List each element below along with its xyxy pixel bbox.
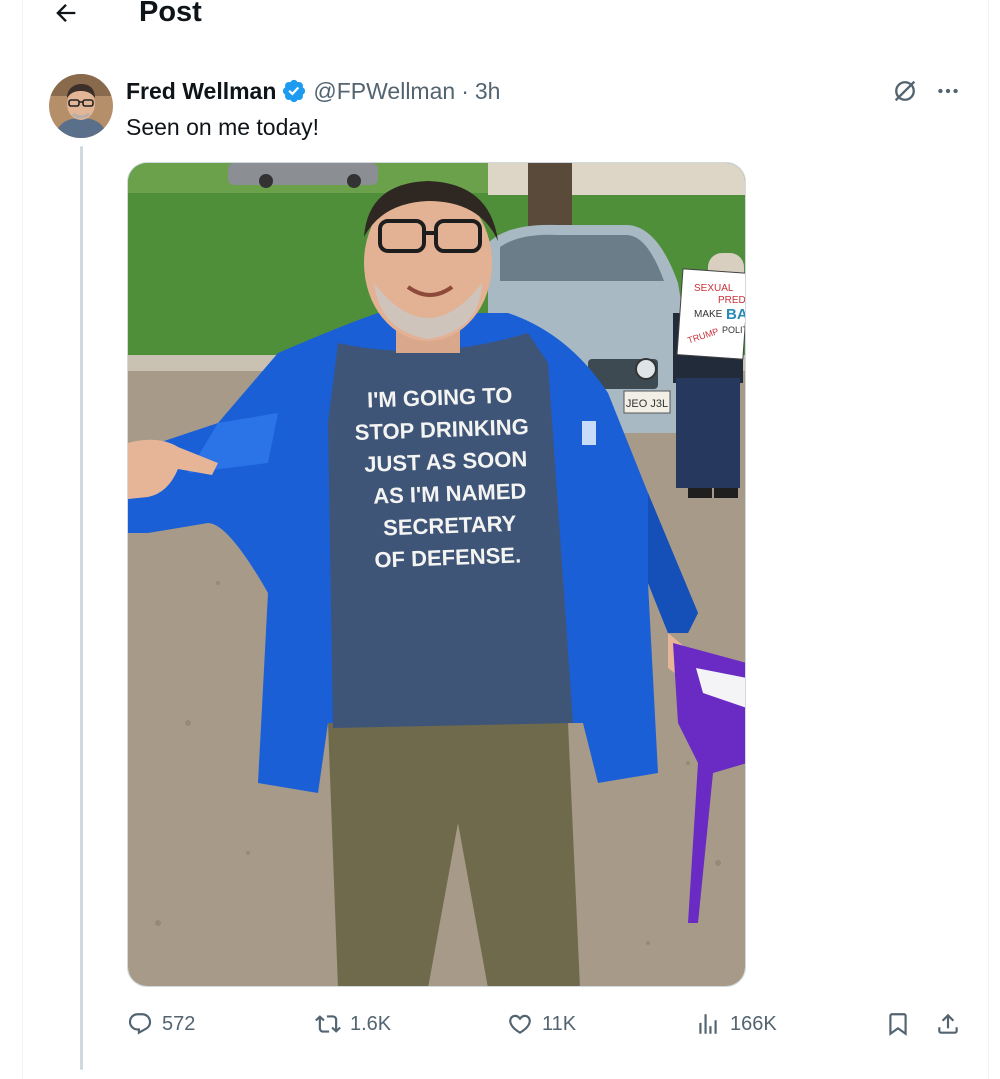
more-dots-icon (938, 88, 958, 94)
author-name[interactable]: Fred Wellman (126, 78, 276, 105)
repost-count: 1.6K (350, 1012, 392, 1035)
thread-line (80, 146, 83, 1070)
bookmark-button[interactable] (884, 1004, 912, 1044)
post-time[interactable]: 3h (475, 78, 501, 105)
separator-dot: · (461, 77, 469, 104)
action-bar: 572 1.6K 11K 166K (0, 1004, 1000, 1044)
verified-badge-icon[interactable] (281, 78, 307, 104)
shirt-line-4: AS I'M NAMED (373, 478, 527, 508)
sign-line-4: BA (726, 306, 746, 323)
sign-line-3: MAKE (694, 309, 723, 320)
views-count: 166K (730, 1012, 777, 1035)
reply-icon (126, 1010, 154, 1038)
page-header: Post (0, 0, 1000, 40)
like-count: 11K (542, 1012, 577, 1035)
post-text: Seen on me today! (126, 114, 320, 140)
views-chart-icon (694, 1010, 722, 1038)
shirt-line-1: I'M GOING TO (367, 382, 513, 412)
grok-icon (894, 80, 916, 102)
post-image[interactable]: JEO J3L SEXUAL PRED MAKE BA TRUMP POLIT (127, 162, 746, 987)
avatar-image (49, 74, 113, 138)
back-button[interactable] (48, 0, 84, 30)
heart-icon (506, 1010, 534, 1038)
license-plate-text: JEO J3L (626, 398, 668, 410)
arrow-left-icon (56, 4, 76, 22)
repost-icon (314, 1010, 342, 1038)
column-border-left (22, 0, 23, 1079)
author-handle[interactable]: @FPWellman (313, 78, 455, 105)
grok-button[interactable] (888, 76, 922, 106)
shirt-line-5: SECRETARY (383, 511, 517, 541)
more-options-button[interactable] (931, 76, 965, 106)
bookmark-icon (884, 1010, 912, 1038)
sign-line-1: SEXUAL (694, 283, 734, 294)
sign-line-6: POLIT (722, 325, 746, 335)
sign-line-2: PRED (718, 295, 746, 306)
like-button[interactable]: 11K (506, 1004, 576, 1044)
photo-illustration: JEO J3L SEXUAL PRED MAKE BA TRUMP POLIT (128, 163, 746, 986)
share-icon (934, 1010, 962, 1038)
author-row: Fred Wellman @FPWellman · 3h (126, 76, 500, 106)
share-button[interactable] (934, 1004, 962, 1044)
page-title: Post (139, 0, 202, 28)
shirt-line-6: OF DEFENSE. (374, 542, 521, 572)
repost-button[interactable]: 1.6K (314, 1004, 391, 1044)
views-button[interactable]: 166K (694, 1004, 777, 1044)
reply-count: 572 (162, 1012, 196, 1035)
column-border-right (988, 0, 989, 1079)
avatar[interactable] (49, 74, 113, 138)
reply-button[interactable]: 572 (126, 1004, 195, 1044)
